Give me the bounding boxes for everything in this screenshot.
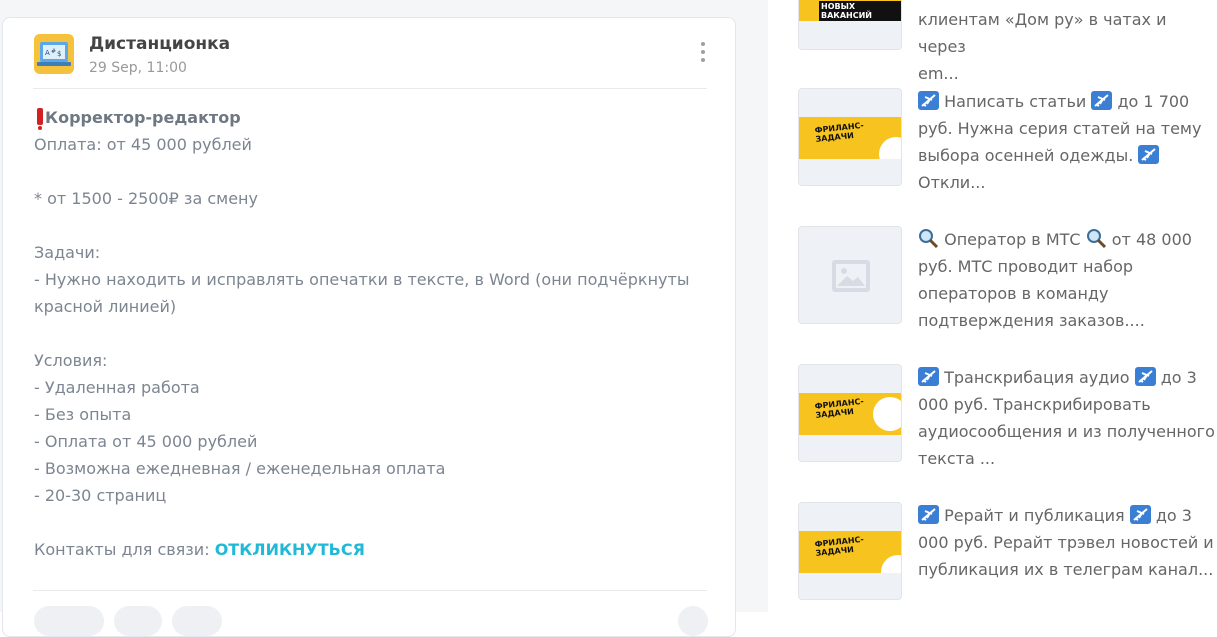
share-pill[interactable] — [678, 606, 708, 636]
news-line: em... — [918, 64, 959, 83]
airplane-icon — [1091, 91, 1113, 110]
svg-text:$: $ — [57, 50, 61, 58]
post-date: 29 Sep, 11:00 — [89, 60, 187, 76]
news-thumbnail[interactable]: ФРИЛАНС-ЗАДАЧИ — [798, 502, 902, 600]
news-line: текста ... — [918, 449, 996, 468]
news-line: Откли... — [918, 173, 986, 192]
post-title-line: Корректор-редактор — [34, 104, 714, 131]
news-thumbnail[interactable] — [798, 226, 902, 324]
reaction-pill[interactable] — [114, 606, 162, 636]
banner-text: ФРИЛАНС-ЗАДАЧИ — [814, 396, 865, 420]
news-line: Написать статьи до 1 700 — [918, 88, 1217, 115]
post-text: Оплата: от 45 000 рублей * от 1500 - 2500… — [34, 131, 714, 536]
news-line: клиентам «Дом ру» в чатах и через — [918, 10, 1167, 56]
magnifier-icon — [919, 229, 939, 248]
news-thumbnail[interactable]: ФРИЛАНС-ЗАДАЧИ — [798, 88, 902, 186]
news-line: 000 руб. Транскрибировать — [918, 395, 1151, 414]
reaction-pill[interactable] — [34, 606, 104, 636]
news-line: Оператор в МТС от 48 000 — [918, 226, 1217, 253]
news-item[interactable]: ФРИЛАНС-ЗАДАЧИ Транскрибация аудио до 3 … — [798, 364, 1217, 468]
post-card: A # $ Дистанционка 29 Sep, 11:00 Коррект… — [2, 17, 736, 637]
news-item[interactable]: Оператор в МТС от 48 000 руб. МТС провод… — [798, 226, 1217, 330]
post-text-line: Оплата: от 45 000 рублей — [34, 135, 252, 154]
post-text-line — [34, 320, 714, 347]
banner-text: ФРИЛАНС-ЗАДАЧИ — [814, 534, 865, 558]
post-text-line: - Оплата от 45 000 рублей — [34, 432, 258, 451]
news-item[interactable]: ФРИЛАНС-ЗАДАЧИ Рерайт и публикация до 3 … — [798, 502, 1217, 602]
news-item[interactable]: НОВЫХ ВАКАНСИЙ клиентам «Дом ру» в чатах… — [798, 0, 1217, 83]
airplane-icon — [1129, 505, 1151, 524]
airplane-icon — [918, 91, 939, 110]
svg-text:#: # — [51, 48, 56, 55]
vacancies-banner: НОВЫХ ВАКАНСИЙ — [799, 0, 901, 21]
svg-text:A: A — [45, 49, 50, 57]
contacts-line: Контакты для связи: ОТКЛИКНУТЬСЯ — [34, 536, 714, 563]
airplane-icon — [918, 367, 939, 386]
news-text[interactable]: Рерайт и публикация до 3 000 руб. Рерайт… — [918, 502, 1217, 583]
laptop-icon: A # $ — [34, 34, 74, 74]
news-line: выбора осенней одежды. — [918, 142, 1217, 169]
post-text-line: Условия: — [34, 351, 108, 370]
news-line: подтверждения заказов.... — [918, 311, 1145, 330]
exclamation-icon — [37, 108, 43, 130]
dot-icon — [701, 58, 705, 62]
news-text[interactable]: Оператор в МТС от 48 000 руб. МТС провод… — [918, 226, 1217, 334]
freelance-banner: ФРИЛАНС-ЗАДАЧИ — [799, 531, 901, 573]
news-line: Транскрибация аудио до 3 — [918, 364, 1217, 391]
dot-icon — [701, 42, 705, 46]
news-text[interactable]: Транскрибация аудио до 3 000 руб. Транск… — [918, 364, 1217, 472]
more-options-button[interactable] — [695, 40, 711, 66]
post-text-line — [34, 212, 714, 239]
banner-text: ФРИЛАНС-ЗАДАЧИ — [814, 120, 865, 144]
image-placeholder-icon — [832, 260, 870, 292]
news-line: аудиосообщения и из полученного — [918, 422, 1215, 441]
post-text-line: - Возможна ежедневная / еженедельная опл… — [34, 459, 446, 478]
banner-text: НОВЫХ ВАКАНСИЙ — [819, 1, 901, 21]
post-text-line — [34, 158, 714, 185]
banner-circle — [881, 555, 901, 573]
magnifier-icon — [1086, 229, 1106, 248]
news-thumbnail[interactable]: НОВЫХ ВАКАНСИЙ — [798, 0, 902, 50]
news-thumbnail[interactable]: ФРИЛАНС-ЗАДАЧИ — [798, 364, 902, 462]
respond-link[interactable]: ОТКЛИКНУТЬСЯ — [215, 540, 365, 559]
news-text[interactable]: Написать статьи до 1 700 руб. Нужна сери… — [918, 88, 1217, 196]
news-text[interactable]: клиентам «Дом ру» в чатах и через em... — [918, 6, 1217, 87]
channel-name[interactable]: Дистанционка — [89, 34, 230, 54]
post-text-line: Задачи: — [34, 243, 101, 262]
post-text-line: - Удаленная работа — [34, 378, 200, 397]
post-text-line — [34, 509, 714, 536]
news-line: 000 руб. Рерайт трэвел новостей и — [918, 533, 1214, 552]
post-text-line: - Без опыта — [34, 405, 132, 424]
reaction-pill[interactable] — [172, 606, 222, 636]
post-text-line: - Нужно находить и исправлять опечатки в… — [34, 270, 690, 289]
airplane-icon — [918, 505, 939, 524]
news-line: операторов в команду — [918, 284, 1109, 303]
post-text-line: - 20-30 страниц — [34, 486, 167, 505]
news-line: Рерайт и публикация до 3 — [918, 502, 1217, 529]
airplane-icon — [1138, 145, 1160, 164]
news-line: руб. Нужна серия статей на тему — [918, 119, 1202, 138]
news-item[interactable]: ФРИЛАНС-ЗАДАЧИ Написать статьи до 1 700 … — [798, 88, 1217, 192]
post-body: Корректор-редактор Оплата: от 45 000 руб… — [34, 104, 714, 563]
post-text-line: красной линией) — [34, 297, 177, 316]
footer-divider — [33, 590, 707, 591]
news-line: публикация их в телеграм канал... — [918, 560, 1214, 579]
header-divider — [33, 88, 707, 89]
freelance-banner: ФРИЛАНС-ЗАДАЧИ — [799, 117, 901, 159]
banner-circle — [879, 137, 901, 159]
post-text-line: * от 1500 - 2500₽ за смену — [34, 189, 258, 208]
contacts-label: Контакты для связи: — [34, 540, 210, 559]
post-title: Корректор-редактор — [45, 108, 241, 127]
airplane-icon — [1134, 367, 1156, 386]
dot-icon — [701, 50, 705, 54]
banner-circle — [873, 397, 901, 431]
channel-avatar[interactable]: A # $ — [34, 34, 74, 74]
news-line: руб. МТС проводит набор — [918, 257, 1134, 276]
freelance-banner: ФРИЛАНС-ЗАДАЧИ — [799, 393, 901, 435]
